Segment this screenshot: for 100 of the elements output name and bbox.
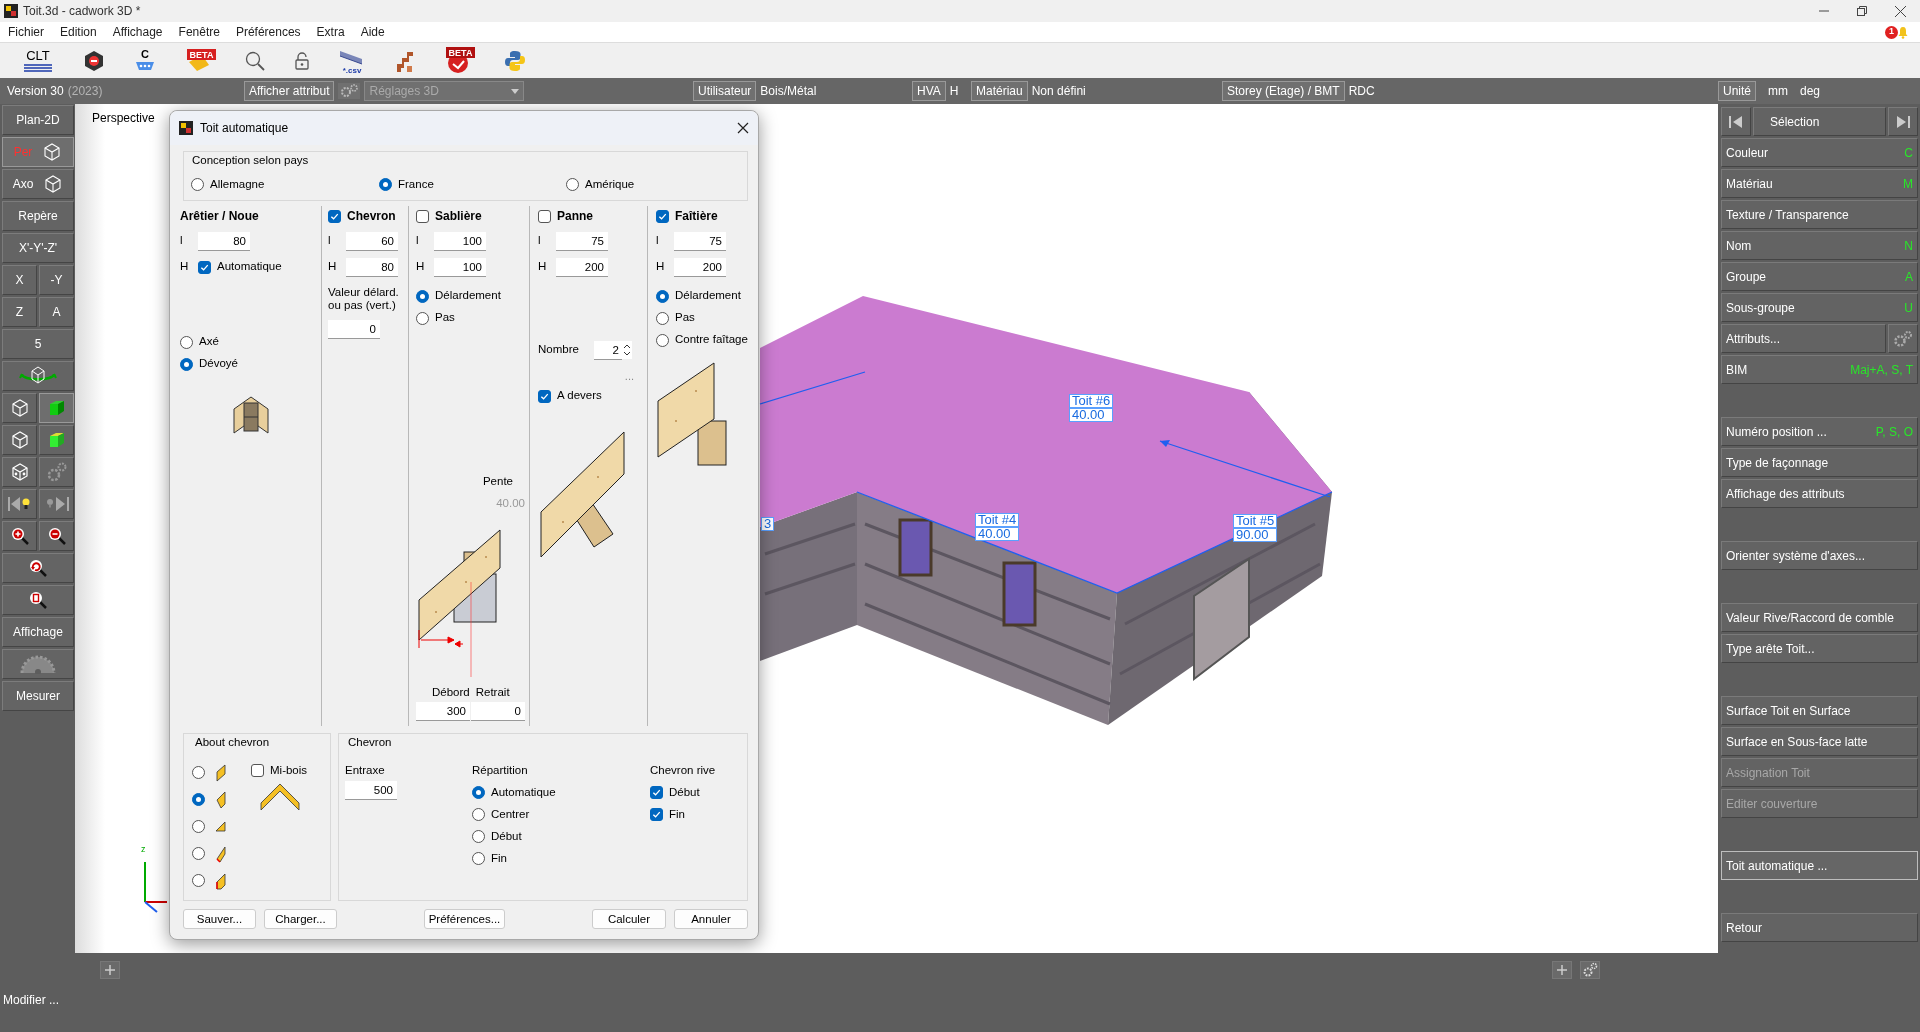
close-icon[interactable] — [1895, 5, 1906, 17]
radio-button[interactable] — [180, 357, 193, 371]
next-light-button[interactable] — [39, 489, 74, 519]
menu-item[interactable]: Extra — [316, 23, 345, 41]
menu-item[interactable]: Fichier — [8, 23, 44, 41]
add-tab-button[interactable] — [1552, 961, 1572, 979]
input-field[interactable]: 80 — [346, 257, 398, 277]
menu-item[interactable]: Préférences — [235, 23, 301, 41]
view-button[interactable]: Axo — [2, 169, 74, 199]
close-icon[interactable] — [737, 122, 749, 134]
radio-button[interactable] — [191, 177, 204, 191]
previous-light-button[interactable] — [2, 489, 37, 519]
next-button[interactable] — [1888, 107, 1918, 136]
input-field[interactable]: 300 — [416, 702, 470, 721]
input-field[interactable]: 100 — [434, 257, 486, 277]
input-field[interactable]: 200 — [674, 257, 726, 277]
radio-button[interactable] — [656, 311, 669, 325]
panel-button[interactable]: Numéro position ... P, S, O — [1721, 417, 1918, 446]
checkbox[interactable] — [416, 209, 429, 223]
spinner-arrows-icon[interactable] — [621, 341, 632, 359]
zoom-in-button[interactable] — [2, 521, 37, 551]
radio-button[interactable] — [566, 177, 579, 191]
view-button[interactable]: Affichage — [2, 617, 74, 647]
radio-button[interactable] — [180, 335, 193, 349]
field-button[interactable]: Storey (Etage) / BMT — [1222, 81, 1345, 101]
checkbox[interactable] — [198, 260, 211, 274]
rotate-view-button[interactable] — [2, 361, 74, 391]
input-field[interactable]: 100 — [434, 231, 486, 251]
field-button[interactable]: Matériau — [971, 81, 1028, 101]
panel-button[interactable]: Orienter système d'axes... — [1721, 541, 1918, 570]
menu-item[interactable]: Edition — [60, 23, 97, 41]
panel-button[interactable]: Couleur C — [1721, 138, 1918, 167]
panel-button[interactable]: Toit automatique ... — [1721, 851, 1918, 880]
panel-button[interactable]: Surface en Sous-face latte — [1721, 727, 1918, 756]
field-button[interactable]: HVA — [912, 81, 946, 101]
settings-button[interactable] — [39, 457, 74, 487]
input-field[interactable]: 75 — [674, 231, 726, 251]
dialog-button[interactable]: Préférences... — [423, 909, 506, 929]
checkbox[interactable] — [328, 209, 341, 223]
field-button[interactable]: Utilisateur — [693, 81, 757, 101]
panel-button[interactable]: Surface Toit en Surface — [1721, 696, 1918, 725]
panel-button[interactable]: Sous-groupe U — [1721, 293, 1918, 322]
radio-button[interactable] — [416, 289, 429, 303]
checkbox[interactable] — [538, 209, 551, 223]
view-button[interactable]: Plan-2D — [2, 105, 74, 135]
settings-icon[interactable] — [338, 83, 361, 99]
add-tab-button[interactable] — [100, 961, 120, 979]
radio-button[interactable] — [192, 793, 205, 807]
radio-button[interactable] — [656, 333, 669, 347]
shaded-cube-button[interactable] — [39, 425, 74, 455]
input-field[interactable]: 0 — [328, 319, 380, 339]
panel-button[interactable]: Nom N — [1721, 231, 1918, 260]
panel-button[interactable]: Groupe A — [1721, 262, 1918, 291]
more-button[interactable]: ... — [588, 367, 640, 385]
input-field[interactable]: 0 — [471, 702, 525, 721]
settings-button[interactable] — [1888, 324, 1918, 353]
view-button[interactable]: 5 — [2, 329, 74, 359]
view-button[interactable]: A — [39, 297, 74, 327]
input-field[interactable]: 60 — [346, 231, 398, 251]
menu-item[interactable]: Affichage — [112, 23, 163, 41]
radio-button[interactable] — [656, 289, 669, 303]
settings-button[interactable] — [1580, 961, 1600, 979]
spin-field[interactable]: 2 — [593, 340, 622, 360]
previous-button[interactable] — [1721, 107, 1751, 136]
menu-item[interactable]: Fenêtre — [178, 23, 220, 41]
radio-button[interactable] — [192, 766, 205, 780]
input-field[interactable]: 500 — [345, 781, 397, 801]
radio-button[interactable] — [472, 807, 485, 821]
python-icon[interactable] — [503, 48, 527, 73]
panel-button[interactable]: Retour — [1721, 913, 1918, 942]
dialog-button[interactable]: Sauver... — [183, 909, 256, 929]
checkbox[interactable] — [650, 807, 663, 821]
search-icon[interactable] — [244, 49, 266, 72]
radio-button[interactable] — [379, 177, 392, 191]
cube-outline-button[interactable] — [2, 425, 37, 455]
dialog-button[interactable]: Annuler — [674, 909, 748, 929]
zoom-page-button[interactable] — [2, 585, 74, 615]
dotted-cube-button[interactable] — [2, 457, 37, 487]
checkbox[interactable] — [251, 763, 264, 777]
attribute-button[interactable]: Afficher attribut — [244, 81, 335, 101]
panel-button[interactable]: BIM Maj+A, S, T — [1721, 355, 1918, 384]
panel-button[interactable]: Texture / Transparence — [1721, 200, 1918, 229]
panel-button[interactable]: Affichage des attributs — [1721, 479, 1918, 508]
checkbox[interactable] — [656, 209, 669, 223]
checkbox[interactable] — [538, 389, 551, 403]
gear-dial-button[interactable] — [2, 649, 74, 679]
view-button[interactable]: X — [2, 265, 37, 295]
dialog-button[interactable]: Calculer — [592, 909, 666, 929]
view-button[interactable]: Mesurer — [2, 681, 74, 711]
input-field[interactable]: 200 — [556, 257, 608, 277]
panel-button[interactable]: Type de façonnage — [1721, 448, 1918, 477]
panel-button[interactable]: Type arête Toit... — [1721, 634, 1918, 663]
panel-button[interactable]: Valeur Rive/Raccord de comble — [1721, 603, 1918, 632]
wireframe-cube-button[interactable] — [2, 393, 37, 423]
checkbox[interactable] — [650, 785, 663, 799]
view-button[interactable]: Repère — [2, 201, 74, 231]
padlock-icon[interactable] — [293, 50, 311, 71]
radio-button[interactable] — [472, 829, 485, 843]
radio-button[interactable] — [192, 847, 205, 861]
input-field[interactable]: 80 — [198, 231, 250, 251]
